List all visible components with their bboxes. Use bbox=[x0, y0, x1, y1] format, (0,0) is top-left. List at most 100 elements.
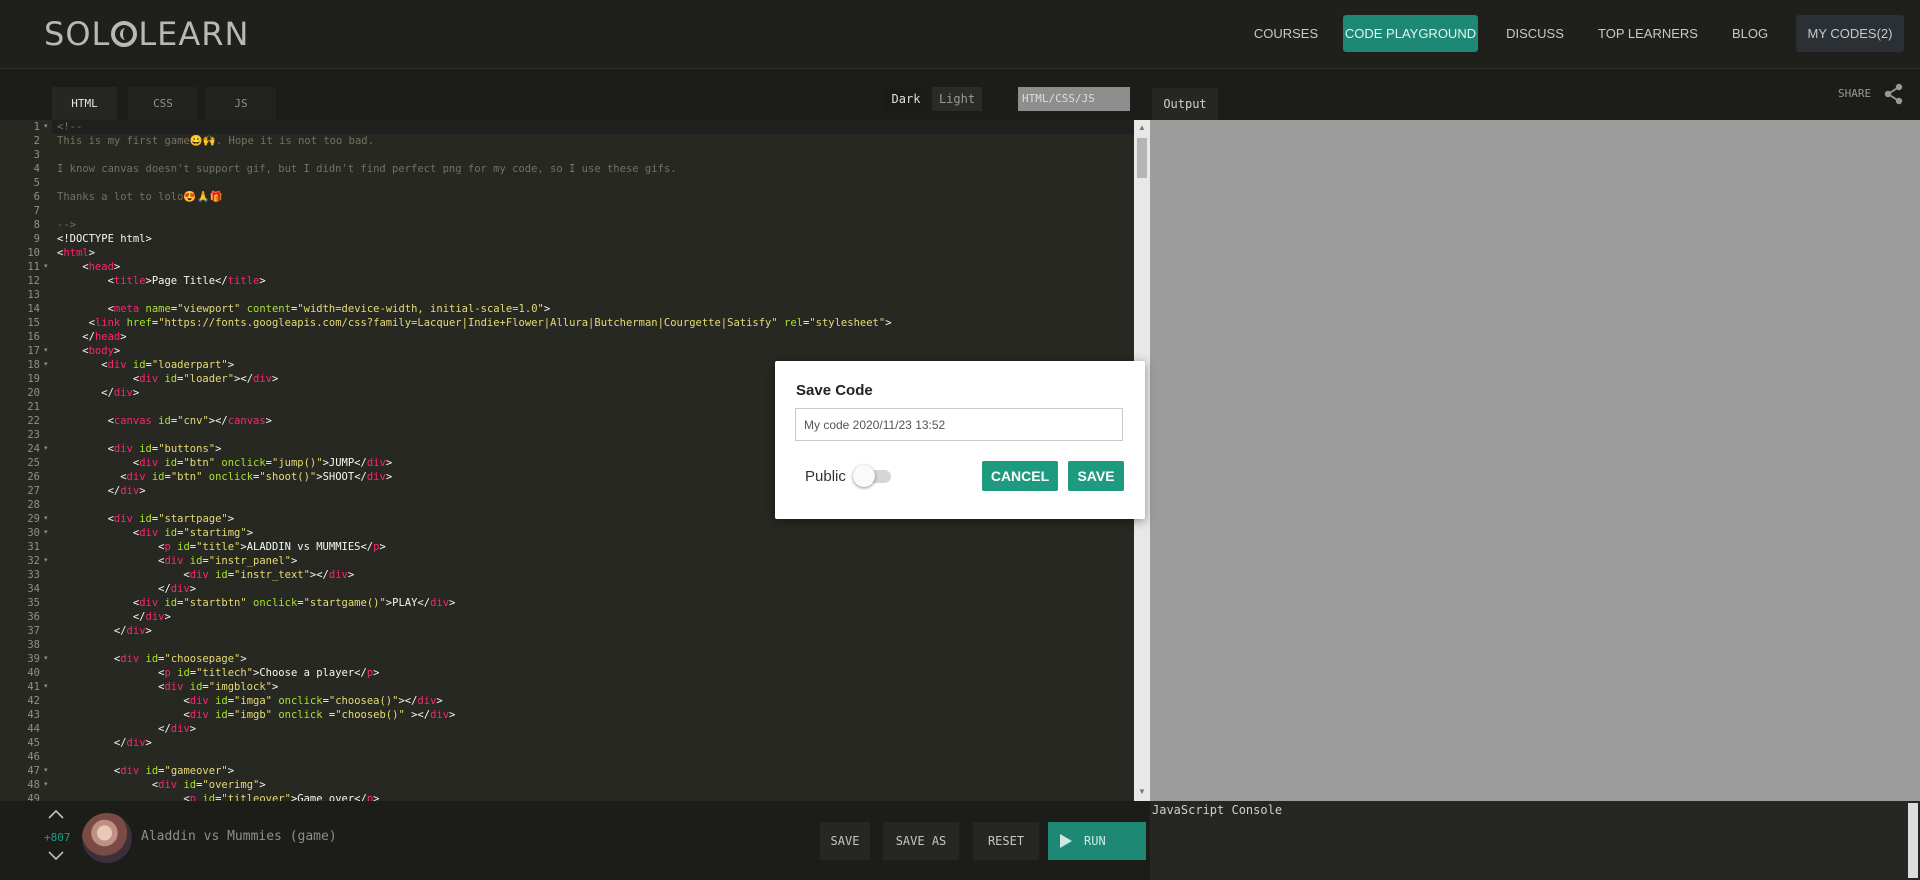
fold-arrow-icon[interactable]: ▾ bbox=[44, 512, 48, 526]
nav-top-learners[interactable]: TOP LEARNERS bbox=[1594, 15, 1702, 52]
code-line: <div id="imga" onclick="choosea()"></div… bbox=[57, 695, 443, 707]
chevron-down-icon[interactable] bbox=[47, 850, 65, 865]
code-line: Thanks a lot to lolo😍🙏🎁 bbox=[57, 191, 223, 203]
code-line: <p id="titleover">Game over</p> bbox=[57, 793, 380, 801]
line-number: 1 bbox=[33, 121, 40, 133]
code-line: This is my first game😀🙌. Hope it is not … bbox=[57, 135, 374, 147]
line-number: 44 bbox=[27, 723, 40, 735]
sololearn-logo[interactable]: SOL LEARN bbox=[44, 14, 249, 54]
scrollbar-thumb[interactable] bbox=[1137, 138, 1147, 178]
line-number: 21 bbox=[27, 401, 40, 413]
fold-arrow-icon[interactable]: ▾ bbox=[44, 358, 48, 372]
dialog-save-button[interactable]: SAVE bbox=[1068, 461, 1124, 491]
fold-arrow-icon[interactable]: ▾ bbox=[44, 764, 48, 778]
code-line: </div> bbox=[57, 723, 197, 735]
fold-arrow-icon[interactable]: ▾ bbox=[44, 526, 48, 540]
line-number: 11 bbox=[27, 261, 40, 273]
line-number: 34 bbox=[27, 583, 40, 595]
avatar[interactable] bbox=[82, 813, 132, 863]
code-name: Aladdin vs Mummies (game) bbox=[141, 829, 337, 844]
code-line: </head> bbox=[57, 331, 127, 343]
code-line: <div id="choosepage"> bbox=[57, 653, 247, 665]
run-button[interactable]: RUN bbox=[1048, 822, 1146, 860]
console-label: JavaScript Console bbox=[1152, 803, 1283, 817]
line-number: 41 bbox=[27, 681, 40, 693]
nav-my-codes[interactable]: MY CODES(2) bbox=[1796, 15, 1904, 52]
tab-js[interactable]: JS bbox=[206, 87, 276, 120]
code-line: <div id="btn" onclick="jump()">JUMP</div… bbox=[57, 457, 393, 469]
line-number: 19 bbox=[27, 373, 40, 385]
code-line: <p id="title">ALADDIN vs MUMMIES</p> bbox=[57, 541, 386, 553]
logo-text-left: SOL bbox=[44, 15, 111, 53]
save-code-dialog: Save Code Public CANCEL SAVE bbox=[775, 361, 1145, 519]
code-line: <body> bbox=[57, 345, 121, 357]
reset-button[interactable]: RESET bbox=[973, 822, 1039, 860]
line-number: 22 bbox=[27, 415, 40, 427]
code-line: </div> bbox=[57, 485, 146, 497]
fold-arrow-icon[interactable]: ▾ bbox=[44, 120, 48, 134]
fold-arrow-icon[interactable]: ▾ bbox=[44, 680, 48, 694]
nav-blog[interactable]: BLOG bbox=[1726, 15, 1774, 52]
fold-arrow-icon[interactable]: ▾ bbox=[44, 344, 48, 358]
tab-css[interactable]: CSS bbox=[128, 87, 198, 120]
code-line: <div id="imgb" onclick ="chooseb()" ></d… bbox=[57, 709, 456, 721]
toggle-knob bbox=[853, 465, 875, 487]
theme-light-button[interactable]: Light bbox=[932, 87, 982, 111]
code-line: <html> bbox=[57, 247, 95, 259]
line-number: 17 bbox=[27, 345, 40, 357]
code-line: </div> bbox=[57, 387, 140, 399]
dialog-title: Save Code bbox=[796, 382, 873, 399]
line-number: 29 bbox=[27, 513, 40, 525]
line-number: 28 bbox=[27, 499, 40, 511]
code-line: <div id="startimg"> bbox=[57, 527, 254, 539]
cancel-button[interactable]: CANCEL bbox=[982, 461, 1058, 491]
line-number: 9 bbox=[33, 233, 40, 245]
save-button[interactable]: SAVE bbox=[820, 822, 870, 860]
play-icon bbox=[1060, 834, 1072, 848]
code-name-input[interactable] bbox=[795, 408, 1123, 441]
fold-arrow-icon[interactable]: ▾ bbox=[44, 442, 48, 456]
tab-output[interactable]: Output bbox=[1152, 88, 1218, 120]
fold-arrow-icon[interactable]: ▾ bbox=[44, 652, 48, 666]
line-number: 20 bbox=[27, 387, 40, 399]
share-button[interactable]: SHARE bbox=[1838, 82, 1903, 106]
line-number: 49 bbox=[27, 793, 40, 801]
line-number: 39 bbox=[27, 653, 40, 665]
nav-code-playground[interactable]: CODE PLAYGROUND bbox=[1343, 15, 1478, 52]
line-number: 25 bbox=[27, 457, 40, 469]
tab-html[interactable]: HTML bbox=[52, 87, 117, 120]
code-line: <div id="imgblock"> bbox=[57, 681, 279, 693]
public-toggle[interactable] bbox=[853, 465, 891, 487]
javascript-console: JavaScript Console bbox=[1150, 801, 1920, 880]
code-line: </div> bbox=[57, 625, 152, 637]
line-number: 6 bbox=[33, 191, 40, 203]
code-line: <meta name="viewport" content="width=dev… bbox=[57, 303, 551, 315]
fold-arrow-icon[interactable]: ▾ bbox=[44, 778, 48, 792]
theme-dark-button[interactable]: Dark bbox=[884, 87, 928, 111]
language-selector[interactable]: HTML/CSS/JS bbox=[1018, 87, 1130, 111]
code-line: <div id="overimg"> bbox=[57, 779, 266, 791]
console-scrollbar[interactable] bbox=[1908, 803, 1918, 878]
nav-discuss[interactable]: DISCUSS bbox=[1500, 15, 1570, 52]
line-number: 40 bbox=[27, 667, 40, 679]
line-number: 13 bbox=[27, 289, 40, 301]
line-number: 12 bbox=[27, 275, 40, 287]
save-as-button[interactable]: SAVE AS bbox=[883, 822, 959, 860]
nav-courses[interactable]: COURSES bbox=[1250, 15, 1322, 52]
chevron-up-icon[interactable] bbox=[47, 808, 65, 823]
current-line-highlight bbox=[52, 120, 1134, 134]
code-line: </div> bbox=[57, 583, 197, 595]
code-line: <!-- bbox=[57, 121, 83, 133]
logo-text-right: LEARN bbox=[138, 15, 250, 53]
code-line: <p id="titlech">Choose a player</p> bbox=[57, 667, 380, 679]
code-line: <!DOCTYPE html> bbox=[57, 233, 152, 245]
code-line: </div> bbox=[57, 611, 171, 623]
fold-arrow-icon[interactable]: ▾ bbox=[44, 260, 48, 274]
line-number: 10 bbox=[27, 247, 40, 259]
run-label: RUN bbox=[1084, 834, 1106, 848]
scroll-down-icon[interactable]: ▼ bbox=[1138, 787, 1146, 796]
line-number: 15 bbox=[27, 317, 40, 329]
scroll-up-icon[interactable]: ▲ bbox=[1138, 123, 1146, 132]
fold-arrow-icon[interactable]: ▾ bbox=[44, 554, 48, 568]
line-number: 18 bbox=[27, 359, 40, 371]
